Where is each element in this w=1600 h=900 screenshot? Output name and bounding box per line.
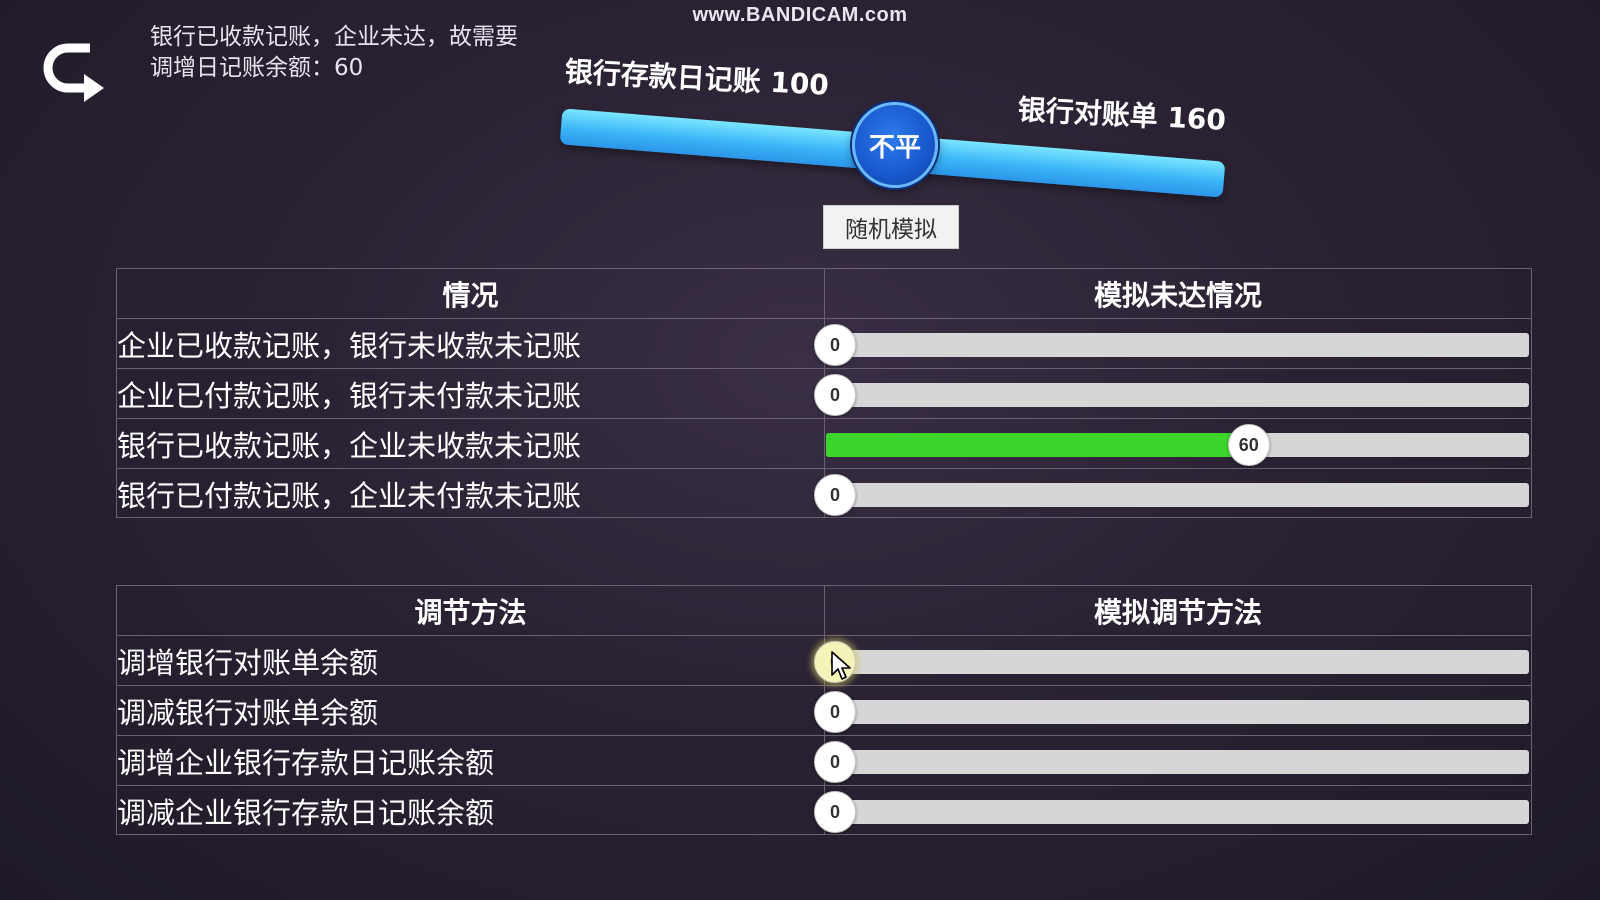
- header-simulate-adjust: 模拟调节方法: [1093, 596, 1262, 629]
- slider-handle[interactable]: 0: [814, 641, 856, 683]
- slider-handle[interactable]: 60: [1227, 424, 1270, 466]
- balance-status-badge: 不平: [852, 102, 938, 188]
- slider-track: [826, 750, 1529, 774]
- back-arrow-icon: [43, 43, 104, 102]
- row-label: 调减企业银行存款日记账余额: [117, 796, 495, 830]
- slider-handle[interactable]: 0: [814, 741, 856, 783]
- table-row: 调减银行对账单余额 0: [117, 686, 1531, 736]
- hint-line-1: 银行已收款记账，企业未达，故需要: [150, 24, 518, 50]
- slider-track: [826, 383, 1529, 407]
- situation-table: 情况 模拟未达情况 企业已收款记账，银行未收款未记账 0 企业已付款记账，银行未…: [116, 268, 1532, 518]
- adjust-slider-4[interactable]: 0: [814, 791, 1529, 833]
- table-row: 银行已付款记账，企业未付款未记账 0: [117, 469, 1531, 519]
- situation-slider-3[interactable]: 60: [826, 424, 1529, 466]
- table-header: 调节方法 模拟调节方法: [117, 586, 1531, 636]
- slider-handle[interactable]: 0: [814, 324, 856, 366]
- table-row: 企业已收款记账，银行未收款未记账 0: [117, 319, 1531, 369]
- adjust-slider-2[interactable]: 0: [814, 691, 1529, 733]
- table-row: 调增银行对账单余额 0: [117, 636, 1531, 686]
- slider-track: [826, 700, 1529, 724]
- table-row: 企业已付款记账，银行未付款未记账 0: [117, 369, 1531, 419]
- row-label: 调减银行对账单余额: [117, 696, 379, 730]
- row-label: 银行已收款记账，企业未收款未记账: [117, 429, 582, 463]
- row-label: 调增银行对账单余额: [117, 646, 379, 680]
- table-header: 情况 模拟未达情况: [117, 269, 1531, 319]
- slider-track: [826, 333, 1529, 357]
- slider-handle[interactable]: 0: [814, 791, 856, 833]
- situation-slider-1[interactable]: 0: [814, 324, 1529, 366]
- situation-slider-4[interactable]: 0: [814, 474, 1529, 516]
- header-situation: 情况: [442, 279, 499, 312]
- journal-balance-label: 银行存款日记账 100: [564, 55, 830, 102]
- slider-track: [826, 650, 1529, 674]
- slider-handle[interactable]: 0: [814, 374, 856, 416]
- slider-handle[interactable]: 0: [814, 474, 856, 516]
- adjust-slider-1[interactable]: 0: [814, 641, 1529, 683]
- row-label: 调增企业银行存款日记账余额: [117, 746, 495, 780]
- slider-track: [826, 483, 1529, 507]
- adjust-slider-3[interactable]: 0: [814, 741, 1529, 783]
- table-row: 调增企业银行存款日记账余额 0: [117, 736, 1531, 786]
- row-label: 银行已付款记账，企业未付款未记账: [117, 479, 582, 513]
- slider-track: [826, 800, 1529, 824]
- random-simulate-button[interactable]: 随机模拟: [823, 205, 959, 249]
- situation-slider-2[interactable]: 0: [814, 374, 1529, 416]
- balance-scale: 银行存款日记账 100 银行对账单 160 不平: [559, 40, 1230, 210]
- back-button[interactable]: [38, 40, 110, 110]
- adjustment-table: 调节方法 模拟调节方法 调增银行对账单余额 0 调减银行对账单余额 0 调增企业…: [116, 585, 1532, 835]
- hint-text: 银行已收款记账，企业未达，故需要 调增日记账余额：60: [150, 22, 518, 84]
- header-simulate-unreached: 模拟未达情况: [1093, 279, 1262, 312]
- header-adjust-method: 调节方法: [414, 596, 527, 629]
- statement-balance-label: 银行对账单 160: [1017, 93, 1227, 137]
- table-row: 银行已收款记账，企业未收款未记账 60: [117, 419, 1531, 469]
- row-label: 企业已付款记账，银行未付款未记账: [117, 379, 582, 413]
- hint-line-2: 调增日记账余额：60: [150, 55, 364, 81]
- table-row: 调减企业银行存款日记账余额 0: [117, 786, 1531, 836]
- row-label: 企业已收款记账，银行未收款未记账: [117, 329, 582, 363]
- slider-handle[interactable]: 0: [814, 691, 856, 733]
- slider-fill: [826, 433, 1248, 457]
